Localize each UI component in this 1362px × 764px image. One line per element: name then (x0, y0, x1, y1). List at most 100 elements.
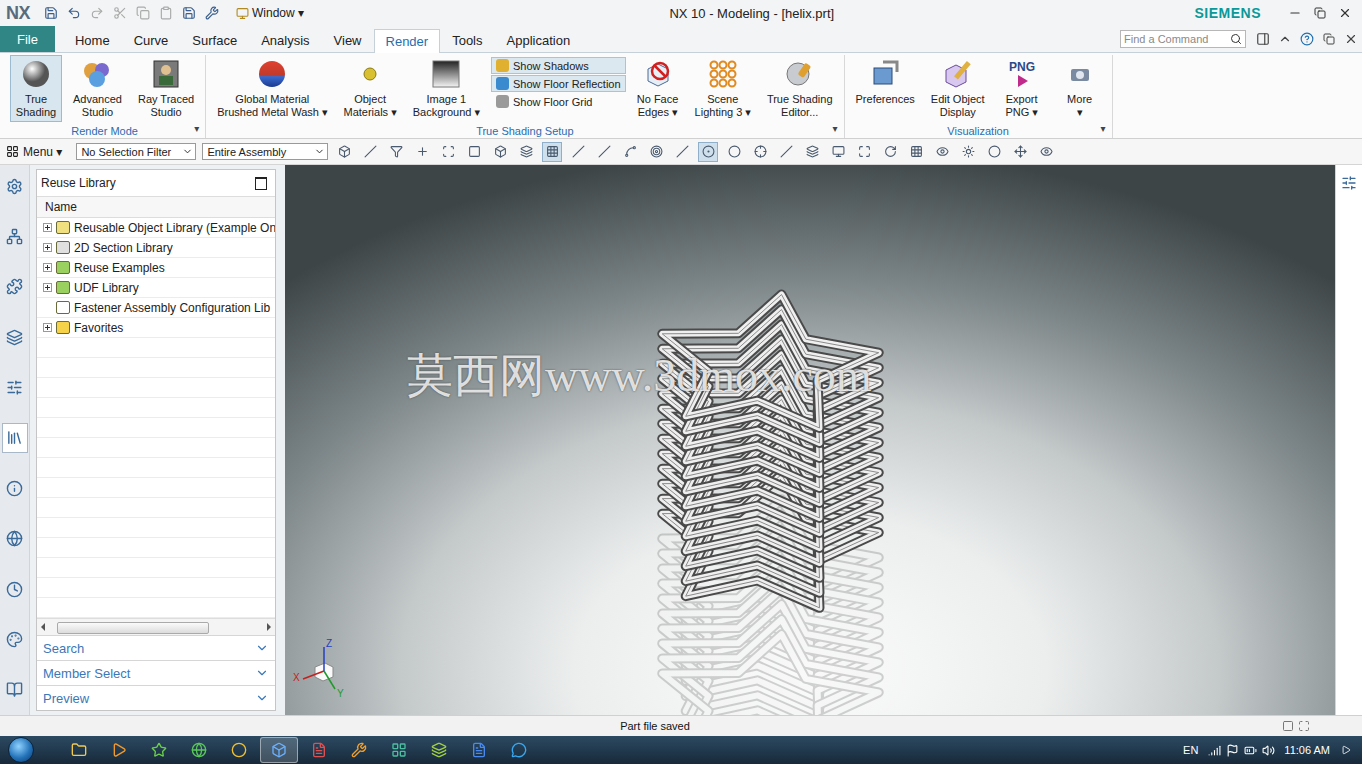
language-indicator[interactable]: EN (1183, 744, 1198, 756)
taskbar-app[interactable] (300, 737, 338, 763)
tool-button[interactable] (568, 142, 588, 162)
taskbar-app[interactable] (340, 737, 378, 763)
undo-icon[interactable] (64, 3, 84, 23)
constraint-navigator-icon[interactable] (2, 272, 28, 302)
tree-row[interactable]: UDF Library (37, 278, 275, 298)
tree-row[interactable]: Reusable Object Library (Example On (37, 218, 275, 238)
restore-icon[interactable] (1318, 28, 1340, 50)
expander[interactable] (43, 223, 52, 232)
ribbon-button[interactable]: Global MaterialBrushed Metal Wash ▾ (212, 55, 332, 122)
group-more[interactable]: ▾ (1101, 123, 1106, 134)
expander[interactable] (43, 283, 52, 292)
panel-section[interactable]: Preview (37, 685, 275, 710)
ribbon-button[interactable]: Preferences (851, 55, 920, 109)
tool-button[interactable] (386, 142, 406, 162)
close-part-icon[interactable] (1340, 28, 1362, 50)
horizontal-scrollbar[interactable] (37, 618, 275, 635)
tool-button[interactable] (932, 142, 952, 162)
collapse-ribbon-icon[interactable] (1274, 28, 1296, 50)
save-icon[interactable] (41, 3, 61, 23)
ribbon-button[interactable]: ObjectMaterials ▾ (338, 55, 401, 122)
tool-button[interactable] (672, 142, 692, 162)
start-button[interactable] (8, 737, 34, 763)
tool-button[interactable] (698, 142, 718, 162)
ribbon-button[interactable]: SceneLighting 3 ▾ (690, 55, 756, 122)
tool-button[interactable] (854, 142, 874, 162)
roles-icon[interactable] (2, 675, 28, 705)
ribbon-tab[interactable]: Application (495, 28, 583, 52)
ribbon-tab[interactable]: Curve (122, 28, 181, 52)
tool-button[interactable] (776, 142, 796, 162)
tree-row[interactable]: Reuse Examples (37, 258, 275, 278)
tool-button[interactable] (802, 142, 822, 162)
command-search[interactable]: Find a Command (1120, 30, 1246, 48)
status-icon[interactable] (1282, 720, 1294, 732)
tool-button[interactable] (1036, 142, 1056, 162)
taskbar-app[interactable] (260, 737, 298, 763)
history-icon[interactable] (2, 373, 28, 403)
ribbon-button[interactable]: No FaceEdges ▾ (632, 55, 684, 122)
scroll-thumb[interactable] (57, 622, 209, 634)
save-as-icon[interactable] (179, 3, 199, 23)
window-menu[interactable]: Window ▾ (231, 6, 309, 20)
close-icon[interactable] (1334, 3, 1356, 23)
part-navigator-icon[interactable] (2, 322, 28, 352)
redo-icon[interactable] (87, 3, 107, 23)
ribbon-tab[interactable]: View (322, 28, 374, 52)
help-icon[interactable] (1296, 28, 1318, 50)
ribbon-button[interactable]: PNGExportPNG ▾ (996, 55, 1048, 122)
toggle-button[interactable]: Show Floor Reflection (491, 75, 626, 92)
tool-button[interactable] (880, 142, 900, 162)
ribbon-tab[interactable]: Tools (440, 28, 494, 52)
tree-row[interactable]: Favorites (37, 318, 275, 338)
battery-icon[interactable] (1242, 742, 1258, 758)
paste-icon[interactable] (156, 3, 176, 23)
tool-button[interactable] (750, 142, 770, 162)
settings-icon[interactable] (2, 171, 28, 201)
ribbon-tab[interactable]: Surface (180, 28, 249, 52)
taskbar-app[interactable] (460, 737, 498, 763)
taskbar-app[interactable] (140, 737, 178, 763)
tool-button[interactable] (828, 142, 848, 162)
clock[interactable]: 11:06 AM (1284, 744, 1330, 756)
taskbar-app[interactable] (220, 737, 258, 763)
ribbon-button[interactable]: Image 1Background ▾ (408, 55, 485, 122)
tool-button[interactable] (646, 142, 666, 162)
tool-button[interactable] (594, 142, 614, 162)
help-icon[interactable] (2, 473, 28, 503)
expander[interactable] (43, 263, 52, 272)
maximize-icon[interactable] (255, 177, 267, 190)
ribbon-button[interactable]: AdvancedStudio (68, 55, 127, 122)
file-tab[interactable]: File (0, 26, 55, 52)
reuse-library-icon[interactable] (2, 423, 28, 453)
selection-filter[interactable]: No Selection Filter (76, 143, 196, 160)
history-clock-icon[interactable] (2, 574, 28, 604)
tool-button[interactable] (334, 142, 354, 162)
repeat-command-icon[interactable] (202, 3, 222, 23)
palette-icon[interactable] (2, 625, 28, 655)
taskbar-app[interactable] (380, 737, 418, 763)
tool-button[interactable] (516, 142, 536, 162)
ribbon-button[interactable]: More▾ (1054, 55, 1106, 122)
window-layout-icon[interactable] (1252, 28, 1274, 50)
tool-button[interactable] (1010, 142, 1030, 162)
taskbar-app[interactable] (60, 737, 98, 763)
taskbar-app[interactable] (100, 737, 138, 763)
panel-section[interactable]: Search (37, 635, 275, 660)
column-header[interactable]: Name (37, 196, 275, 218)
tree-row[interactable]: 2D Section Library (37, 238, 275, 258)
tool-button[interactable] (438, 142, 458, 162)
copy-icon[interactable] (133, 3, 153, 23)
graphics-window[interactable]: 莫西网www.3dmox.comZXY (285, 165, 1335, 715)
volume-icon[interactable] (1260, 742, 1276, 758)
tool-button[interactable] (620, 142, 640, 162)
ribbon-button[interactable]: Edit ObjectDisplay (926, 55, 990, 122)
menu-button[interactable]: Menu ▾ (6, 145, 62, 159)
toggle-button[interactable]: Show Shadows (491, 57, 626, 74)
taskbar-app[interactable] (420, 737, 458, 763)
minimize-icon[interactable] (1284, 3, 1306, 23)
ribbon-tab[interactable]: Home (63, 28, 122, 52)
flag-icon[interactable] (1224, 742, 1240, 758)
scope-select[interactable]: Entire Assembly (202, 143, 328, 160)
fullscreen-icon[interactable] (1298, 720, 1310, 732)
